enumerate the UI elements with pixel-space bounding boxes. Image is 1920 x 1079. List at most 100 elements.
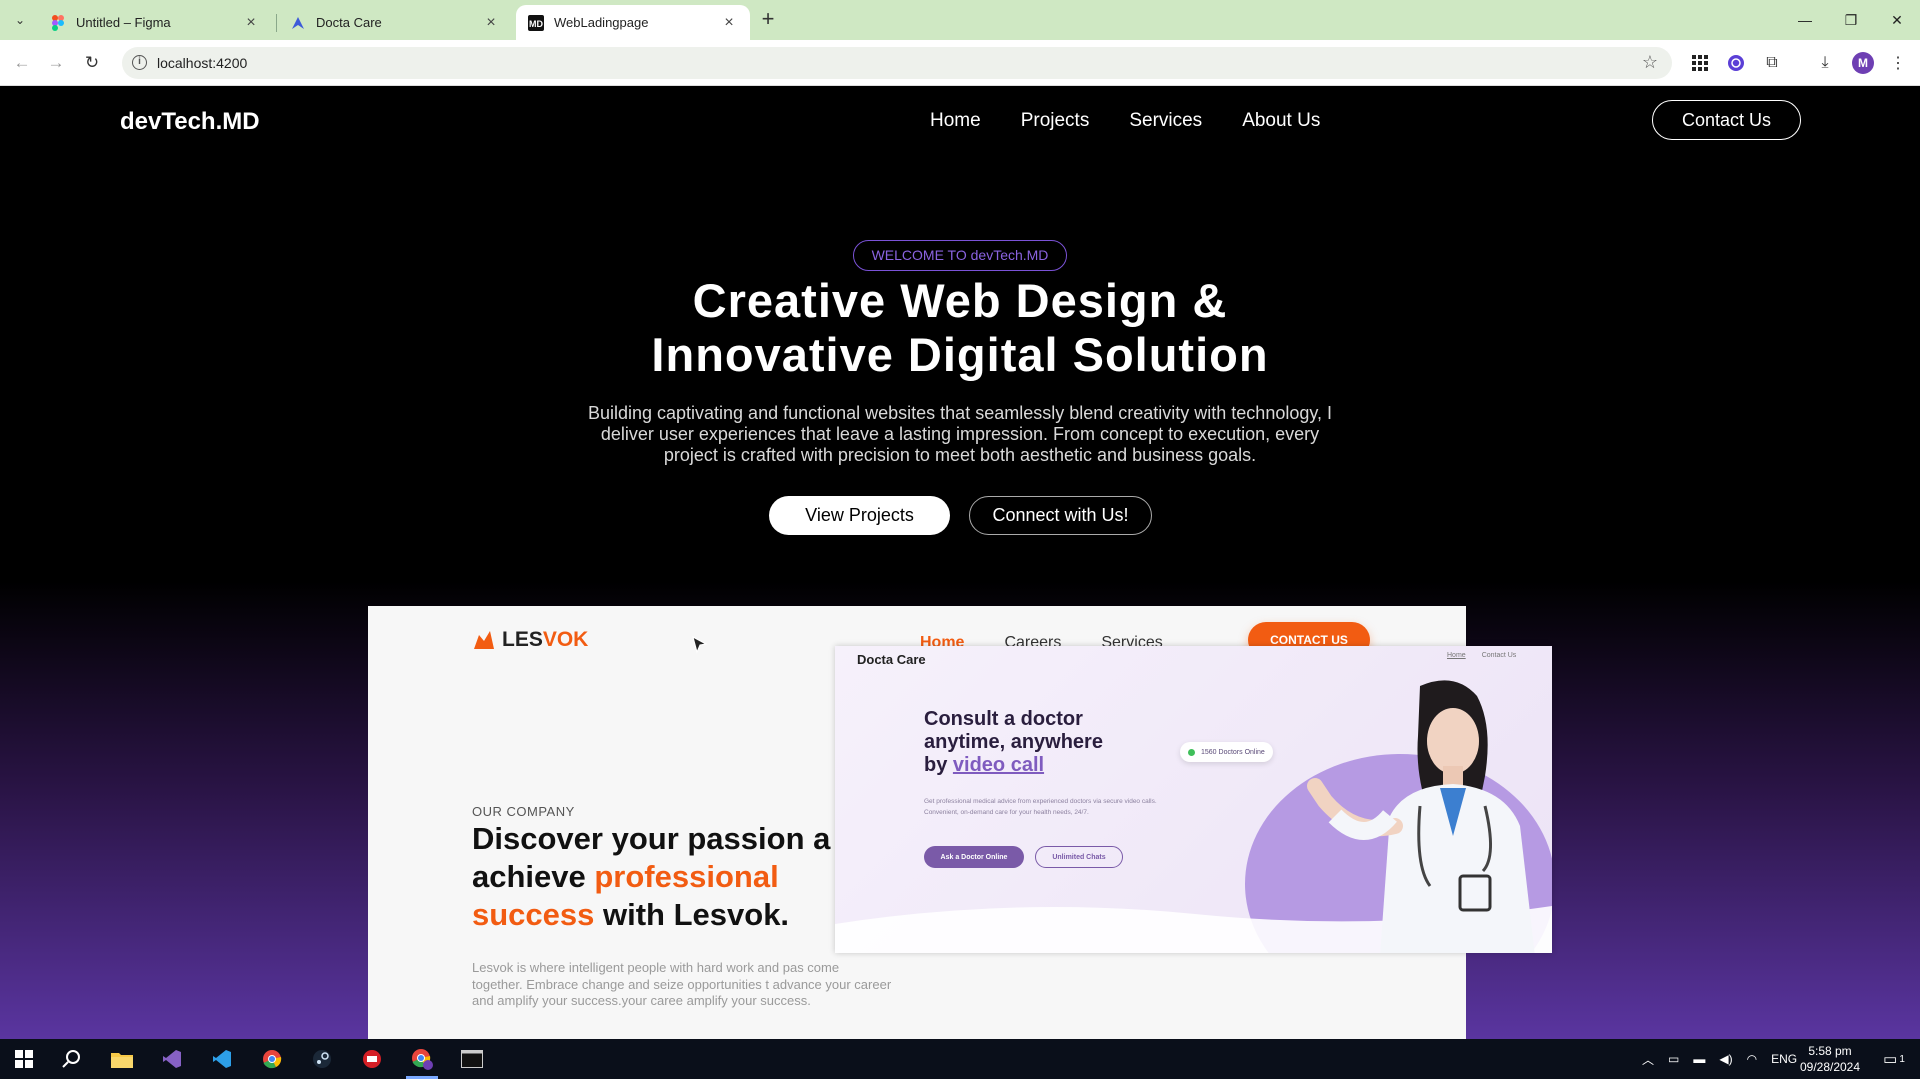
- notification-bubble-icon: ▭: [1883, 1051, 1898, 1068]
- chrome-profile-icon[interactable]: [398, 1039, 446, 1079]
- wifi-icon[interactable]: ◠: [1747, 1052, 1757, 1066]
- lesvok-logo-part1: LES: [502, 628, 543, 651]
- lesvok-headline-a: Discover your passion a: [472, 821, 831, 856]
- browser-tab-bar: ⌄ Untitled – Figma × Docta Care × MD Web…: [0, 0, 1920, 40]
- site-info-icon[interactable]: i: [132, 55, 147, 70]
- online-dot-icon: [1188, 748, 1195, 756]
- docta-nav-home[interactable]: Home: [1447, 652, 1466, 659]
- tab-docta-care[interactable]: Docta Care ×: [278, 5, 512, 40]
- nav-home[interactable]: Home: [930, 110, 981, 132]
- terminal-icon[interactable]: [448, 1039, 496, 1079]
- docta-headline: Consult a doctor anytime, anywhere by vi…: [924, 708, 1184, 777]
- address-bar[interactable]: i localhost:4200 ☆: [122, 47, 1672, 79]
- lesvok-headline-c1: success: [472, 897, 595, 932]
- ask-doctor-button[interactable]: Ask a Doctor Online: [924, 846, 1024, 868]
- nav-about-us[interactable]: About Us: [1242, 110, 1320, 132]
- lesvok-logo-part2: VOK: [542, 628, 589, 651]
- tab-title: WebLadingpage: [554, 15, 649, 30]
- volume-icon[interactable]: ◀): [1719, 1052, 1732, 1066]
- profile-avatar[interactable]: M: [1852, 52, 1874, 74]
- browser-toolbar: ← → ↻ i localhost:4200 ☆ ⧉ ⤓ M ⋮: [0, 40, 1920, 86]
- windows-start-icon[interactable]: [0, 1039, 48, 1079]
- doctor-illustration: [1307, 680, 1535, 953]
- main-nav: Home Projects Services About Us: [930, 110, 1320, 132]
- download-icon[interactable]: ⤓: [1813, 51, 1837, 75]
- lesvok-eyebrow: OUR COMPANY: [472, 804, 575, 819]
- url-text[interactable]: localhost:4200: [157, 55, 247, 71]
- vpn-extension-icon[interactable]: [1724, 51, 1748, 75]
- windows-taskbar: ︿ ▭ ▬ ◀) ◠ ENG 5:58 pm 09/28/2024 ▭ 1: [0, 1039, 1920, 1079]
- search-icon[interactable]: [48, 1039, 96, 1079]
- taskbar-clock[interactable]: 5:58 pm 09/28/2024: [1790, 1043, 1870, 1075]
- docta-headline-line3-pre: by: [924, 754, 953, 776]
- docta-headline-line1: Consult a doctor: [924, 708, 1083, 730]
- back-arrow-icon[interactable]: ←: [10, 51, 34, 75]
- apps-grid-icon[interactable]: [1688, 51, 1712, 75]
- hero-title-line1: Creative Web Design &: [692, 274, 1228, 327]
- docta-care-project-preview[interactable]: Docta Care Home Contact Us Consult a doc…: [835, 646, 1552, 953]
- mouse-cursor-icon: [692, 636, 708, 654]
- tab-divider: [276, 14, 277, 32]
- figma-icon: [50, 14, 66, 31]
- vscode-icon[interactable]: [198, 1039, 246, 1079]
- bookmark-star-icon[interactable]: ☆: [1642, 52, 1658, 73]
- docta-logo: Docta Care: [857, 652, 926, 667]
- lesvok-flame-icon: [474, 631, 494, 649]
- file-explorer-icon[interactable]: [98, 1039, 146, 1079]
- svg-text:MD: MD: [529, 19, 543, 29]
- browser-menu-icon[interactable]: ⋮: [1886, 51, 1910, 75]
- system-tray: ︿ ▭ ▬ ◀) ◠ ENG: [1642, 1039, 1797, 1079]
- lesvok-headline-b2: professional: [594, 859, 779, 894]
- hero-title: Creative Web Design & Innovative Digital…: [460, 274, 1460, 382]
- nav-projects[interactable]: Projects: [1021, 110, 1090, 132]
- close-tab-icon[interactable]: ×: [242, 14, 260, 32]
- welcome-badge: WELCOME TO devTech.MD: [853, 240, 1067, 271]
- anydesk-icon[interactable]: [348, 1039, 396, 1079]
- lesvok-description: Lesvok is where intelligent people with …: [472, 960, 892, 1008]
- tab-title: Docta Care: [316, 15, 382, 30]
- doctors-online-text: 1560 Doctors Online: [1201, 748, 1265, 756]
- page-viewport: devTech.MD Home Projects Services About …: [0, 86, 1920, 1039]
- hero-title-line2: Innovative Digital Solution: [651, 328, 1269, 381]
- forward-arrow-icon[interactable]: →: [44, 51, 68, 75]
- tab-title: Untitled – Figma: [76, 15, 171, 30]
- hero-description: Building captivating and functional webs…: [587, 403, 1333, 465]
- minimize-icon[interactable]: —: [1782, 0, 1828, 40]
- lesvok-logo: LES VOK: [472, 628, 588, 652]
- steam-icon[interactable]: [298, 1039, 346, 1079]
- docta-nav: Home Contact Us: [1447, 652, 1516, 659]
- visual-studio-icon[interactable]: [148, 1039, 196, 1079]
- doctors-online-badge: 1560 Doctors Online: [1180, 742, 1273, 762]
- battery-icon[interactable]: ▬: [1693, 1052, 1705, 1066]
- tab-figma[interactable]: Untitled – Figma ×: [38, 5, 272, 40]
- new-tab-icon[interactable]: +: [756, 8, 780, 32]
- notification-center-icon[interactable]: ▭ 1: [1876, 1039, 1912, 1079]
- tab-search-chevron-icon[interactable]: ⌄: [8, 8, 32, 32]
- reload-icon[interactable]: ↻: [80, 51, 104, 75]
- chrome-icon[interactable]: [248, 1039, 296, 1079]
- connect-with-us-button[interactable]: Connect with Us!: [969, 496, 1152, 535]
- extensions-puzzle-icon[interactable]: ⧉: [1760, 51, 1784, 75]
- restore-icon[interactable]: ❐: [1828, 0, 1874, 40]
- unlimited-chats-button[interactable]: Unlimited Chats: [1035, 846, 1123, 868]
- docta-description: Get professional medical advice from exp…: [924, 798, 1157, 816]
- clock-time: 5:58 pm: [1808, 1044, 1852, 1058]
- clock-date: 09/28/2024: [1799, 1060, 1861, 1074]
- tray-chevron-icon[interactable]: ︿: [1642, 1051, 1654, 1068]
- docta-nav-contact[interactable]: Contact Us: [1482, 652, 1517, 659]
- lesvok-headline-c2: with Lesvok.: [594, 897, 790, 932]
- contact-us-button[interactable]: Contact Us: [1652, 100, 1801, 140]
- docta-icon: [290, 15, 306, 31]
- docta-headline-video-call: video call: [952, 754, 1045, 776]
- docta-headline-line2: anytime, anywhere: [924, 731, 1103, 753]
- view-projects-button[interactable]: View Projects: [769, 496, 950, 535]
- notification-count: 1: [1899, 1053, 1905, 1065]
- nav-services[interactable]: Services: [1129, 110, 1202, 132]
- tab-webladingpage[interactable]: MD WebLadingpage ×: [516, 5, 750, 40]
- md-icon: MD: [528, 14, 544, 31]
- close-window-icon[interactable]: ✕: [1874, 0, 1920, 40]
- site-logo[interactable]: devTech.MD: [120, 108, 260, 136]
- close-tab-icon[interactable]: ×: [720, 14, 738, 32]
- close-tab-icon[interactable]: ×: [482, 14, 500, 32]
- meet-now-icon[interactable]: ▭: [1668, 1052, 1679, 1066]
